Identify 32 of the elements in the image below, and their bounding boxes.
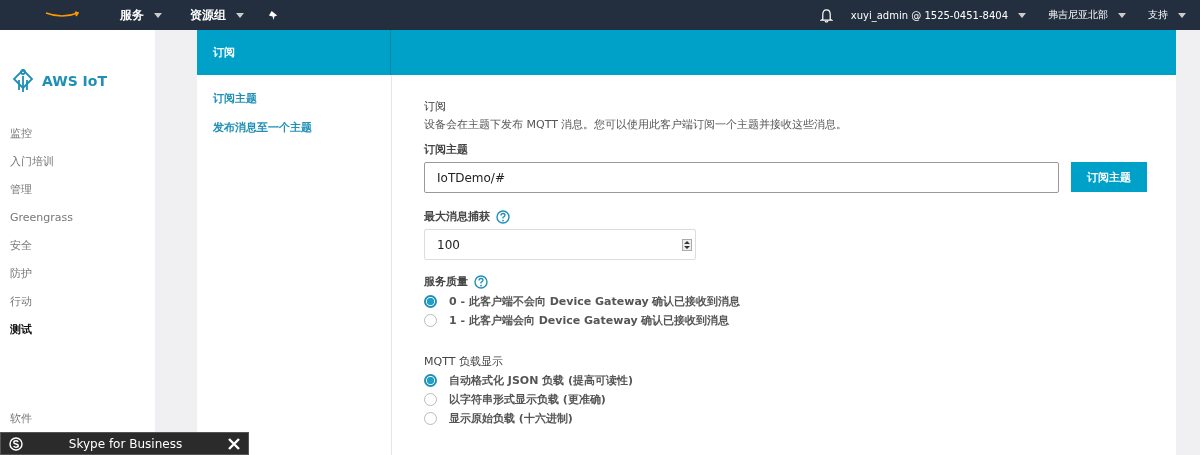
field-label: 服务质量 — [424, 274, 468, 289]
field-label: MQTT 负载显示 — [424, 354, 504, 369]
radio-label[interactable]: 自动格式化 JSON 负载 (提高可读性) — [449, 373, 634, 388]
sidebar-item[interactable]: 行动 — [10, 288, 155, 316]
skype-title: Skype for Business — [67, 436, 184, 451]
field-label: 订阅主题 — [424, 142, 469, 157]
sidebar-item[interactable]: 防护 — [10, 260, 155, 288]
radio-label[interactable]: 0 - 此客户端不会向 Device Gateway 确认已接收到消息 — [449, 294, 741, 309]
account-menu[interactable]: xuyi_admin @ 1525-0451-8404 — [846, 9, 1030, 21]
sidebar-item[interactable]: 安全 — [10, 232, 155, 260]
form-heading: 订阅 — [424, 99, 447, 114]
radio-label[interactable]: 以字符串形式显示负载 (更准确) — [449, 392, 606, 407]
brand-title: AWS IoT — [42, 73, 107, 89]
top-menu[interactable]: 服务 — [116, 6, 166, 24]
section-title: 订阅 — [197, 30, 391, 75]
sidebar-item[interactable]: 软件 — [10, 409, 155, 429]
subnav-link[interactable]: 订阅主题 — [213, 91, 391, 106]
radio-label[interactable]: 1 - 此客户端会向 Device Gateway 确认已接收到消息 — [449, 313, 730, 328]
support-menu[interactable]: 支持 — [1144, 8, 1190, 22]
description: 设备会在主题下发布 MQTT 消息。您可以使用此客户端订阅一个主题并接收这些消息。 — [424, 117, 849, 132]
subnav-link[interactable]: 发布消息至一个主题 — [213, 120, 391, 135]
sidebar-item[interactable]: 管理 — [10, 176, 155, 204]
sidebar-item[interactable]: 入门培训 — [10, 148, 155, 176]
sidebar-item[interactable]: 监控 — [10, 120, 155, 148]
radio-label[interactable]: 显示原始负载 (十六进制) — [449, 411, 573, 426]
top-menu[interactable]: 资源组 — [186, 6, 248, 24]
field-label: 最大消息捕获 — [424, 209, 490, 224]
region-menu[interactable]: 弗吉尼亚北部 — [1044, 8, 1130, 22]
sidebar-item[interactable]: Greengrass — [10, 204, 155, 232]
sidebar-item[interactable]: 测试 — [10, 316, 155, 344]
number-field[interactable]: 100 — [424, 229, 696, 260]
topic-field[interactable]: IoTDemo/# — [424, 162, 1059, 193]
